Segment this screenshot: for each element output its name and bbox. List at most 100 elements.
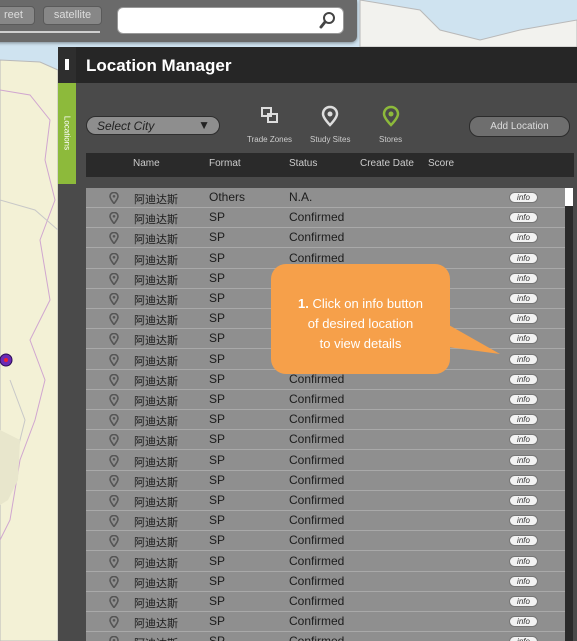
table-row[interactable]: 阿迪达斯 SP Confirmed info [86,208,565,229]
info-button[interactable]: info [509,454,538,466]
row-name: 阿迪达斯 [134,598,178,610]
column-header-name[interactable]: Name [133,158,160,169]
panel-collapse-handle[interactable] [58,47,76,83]
info-button[interactable]: info [509,414,538,426]
row-format: SP [209,493,226,507]
table-row[interactable]: 阿迪达斯 SP Confirmed info [86,511,565,532]
row-status: Confirmed [289,533,345,548]
map-pin-icon [109,535,119,548]
map-pin-icon [109,515,119,528]
scrollbar-thumb[interactable] [565,188,573,206]
table-row[interactable]: 阿迪达斯 SP Confirmed info [86,592,565,612]
column-header-score[interactable]: Score [428,158,454,169]
callout-line-1: Click on info button [312,296,424,311]
study-sites-button[interactable]: Study Sites [310,105,350,144]
row-format: SP [209,634,225,641]
map-pin-icon [109,272,119,285]
table-row[interactable]: 阿迪达斯 SP Confirmed info [86,471,565,491]
row-status: Confirmed [289,230,345,245]
info-button[interactable]: info [509,394,538,405]
row-format: SP [209,371,226,386]
row-format: SP [209,472,226,487]
city-select[interactable]: Select City ▼ [86,116,220,135]
map-pin-icon [109,394,119,406]
info-button[interactable]: info [509,495,538,506]
info-button[interactable]: info [509,192,538,203]
info-button[interactable]: info [509,212,538,224]
info-button[interactable]: info [509,434,538,446]
info-button[interactable]: info [509,535,538,547]
row-status: Confirmed [289,614,345,629]
map-type-underline [0,31,100,33]
map-pin-icon [382,105,399,127]
table-row[interactable]: 阿迪达斯 SP Confirmed info [86,612,565,633]
stores-button[interactable]: Stores [379,105,402,144]
row-status: Confirmed [289,210,345,225]
row-format: SP [209,311,226,326]
search-icon[interactable] [319,11,337,29]
info-button[interactable]: info [509,474,538,486]
row-status: Confirmed [289,493,345,507]
map-pin-icon [109,596,119,608]
row-name: 阿迪达斯 [134,577,178,590]
info-button[interactable]: info [509,555,538,567]
info-button[interactable]: info [509,575,538,587]
table-row[interactable]: 阿迪达斯 SP Confirmed info [86,228,565,249]
map-toolbar: reet satellite [0,0,357,42]
info-button[interactable]: info [509,252,538,264]
trade-zones-label: Trade Zones [247,135,293,144]
table-row[interactable]: 阿迪达斯 Others N.A. info [86,188,565,208]
panel-header: Location Manager [76,47,577,83]
row-format: SP [209,291,226,305]
column-header-format[interactable]: Format [209,158,241,169]
info-button[interactable]: info [509,293,538,304]
column-header-create-date[interactable]: Create Date [360,158,414,169]
map-pin-icon [109,434,119,447]
add-location-button[interactable]: Add Location [469,116,570,137]
stores-label: Stores [379,135,403,144]
row-name: 阿迪达斯 [134,254,178,267]
info-button[interactable]: info [509,596,538,607]
trade-zones-button[interactable]: Trade Zones [247,105,292,144]
table-row[interactable]: 阿迪达斯 SP Confirmed info [86,430,565,451]
map-search-input[interactable] [117,7,344,34]
map-pin-icon [109,636,119,641]
info-button[interactable]: info [509,515,538,527]
info-button[interactable]: info [509,636,538,641]
info-button[interactable]: info [509,232,538,244]
map-pin-icon [109,414,119,427]
row-name: 阿迪达斯 [134,456,178,469]
table-row[interactable]: 阿迪达斯 SP Confirmed info [86,491,565,511]
map-pin-icon [109,474,119,487]
info-button[interactable]: info [509,353,538,365]
map-type-street-button[interactable]: reet [0,6,35,25]
table-row[interactable]: 阿迪达斯 SP Confirmed info [86,390,565,410]
table-row[interactable]: 阿迪达斯 SP Confirmed info [86,410,565,431]
map-pin-icon [109,555,119,568]
table-row[interactable]: 阿迪达斯 SP Confirmed info [86,531,565,552]
info-button[interactable]: info [509,272,538,284]
row-name: 阿迪达斯 [134,416,178,429]
info-button[interactable]: info [509,313,538,325]
row-format: SP [209,331,226,346]
table-row[interactable]: 阿迪达斯 SP Confirmed info [86,552,565,572]
info-button[interactable]: info [509,616,538,628]
locations-side-tab[interactable]: Locations [58,83,76,184]
row-format: SP [209,594,226,608]
row-status: Confirmed [289,472,345,487]
row-name: 阿迪达斯 [134,557,178,570]
table-row[interactable]: 阿迪达斯 SP Confirmed info [86,632,565,641]
table-row[interactable]: 阿迪达斯 SP Confirmed info [86,572,565,592]
info-button[interactable]: info [509,333,538,345]
row-status: Confirmed [289,452,345,467]
column-header-status[interactable]: Status [289,158,317,169]
row-format: SP [209,452,226,467]
info-button[interactable]: info [509,373,538,385]
map-pin-icon [109,313,119,326]
map-type-satellite-button[interactable]: satellite [43,6,102,25]
row-format: SP [209,533,226,548]
table-row[interactable]: 阿迪达斯 SP Confirmed info [86,451,565,471]
table-scrollbar[interactable] [565,188,573,641]
row-name: 阿迪达斯 [134,355,178,368]
tutorial-callout: 1. Click on info button of desired locat… [271,264,450,374]
